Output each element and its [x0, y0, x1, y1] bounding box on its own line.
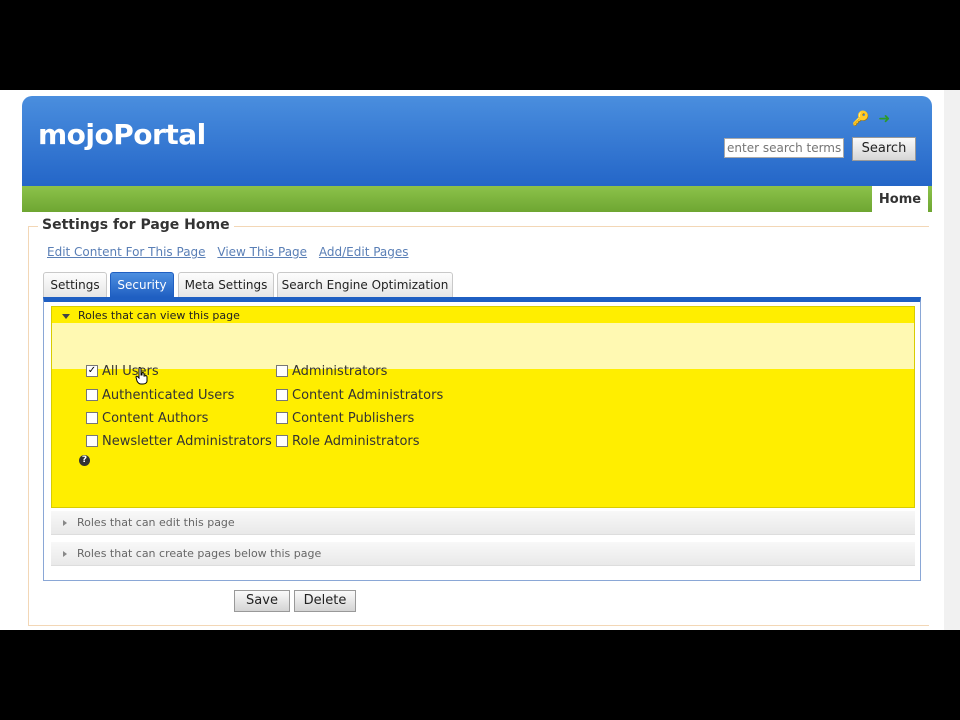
checkbox-authenticated-users[interactable] [86, 389, 98, 401]
role-label: Content Administrators [292, 388, 444, 403]
help-icon[interactable]: ? [79, 455, 90, 466]
page-frame: mojoPortal 🔑 ➜ Search Home Settings for … [22, 96, 938, 630]
site-logo[interactable]: mojoPortal [38, 118, 206, 151]
role-label: Newsletter Administrators [102, 434, 272, 449]
accordion-view-roles: Roles that can view this page ✓ All User… [51, 306, 915, 508]
page-links: Edit Content For This Page View This Pag… [47, 245, 417, 259]
chevron-right-icon[interactable] [63, 520, 67, 526]
view-page-link[interactable]: View This Page [217, 245, 307, 259]
hand-cursor-icon [135, 367, 148, 385]
checkbox-content-authors[interactable] [86, 412, 98, 424]
search-input[interactable] [724, 138, 844, 158]
accordion-create-header[interactable]: Roles that can create pages below this p… [77, 547, 321, 560]
main-nav-bar [22, 186, 932, 212]
tab-meta-settings[interactable]: Meta Settings [178, 272, 274, 298]
checkbox-content-publishers[interactable] [276, 412, 288, 424]
role-label: All Users [102, 364, 159, 379]
role-label: Role Administrators [292, 434, 420, 449]
tab-security[interactable]: Security [110, 272, 174, 298]
role-label: Authenticated Users [102, 388, 235, 403]
key-icon[interactable]: 🔑 [852, 111, 869, 127]
search-button[interactable]: Search [852, 137, 916, 161]
nav-item-home[interactable]: Home [872, 186, 928, 214]
chevron-right-icon[interactable] [63, 551, 67, 557]
checkbox-content-administrators[interactable] [276, 389, 288, 401]
role-label: Content Publishers [292, 411, 415, 426]
role-label: Administrators [292, 364, 388, 379]
exit-icon[interactable]: ➜ [879, 111, 891, 127]
tab-settings[interactable]: Settings [43, 272, 107, 298]
site-header: mojoPortal 🔑 ➜ Search [22, 96, 932, 186]
role-label: Content Authors [102, 411, 209, 426]
security-tab-panel: Roles that can view this page ✓ All User… [43, 297, 921, 581]
accordion-create-roles[interactable]: Roles that can create pages below this p… [51, 542, 915, 566]
accordion-view-header[interactable]: Roles that can view this page [78, 309, 240, 322]
page-title: Settings for Page Home [38, 217, 234, 233]
checkbox-newsletter-administrators[interactable] [86, 435, 98, 447]
checkbox-administrators[interactable] [276, 365, 288, 377]
accordion-edit-header[interactable]: Roles that can edit this page [77, 516, 235, 529]
save-button[interactable]: Save [234, 590, 290, 612]
checkbox-all-users[interactable]: ✓ [86, 365, 98, 377]
add-edit-pages-link[interactable]: Add/Edit Pages [319, 245, 409, 259]
accordion-header-band [52, 323, 914, 369]
accordion-edit-roles[interactable]: Roles that can edit this page [51, 511, 915, 535]
chevron-down-icon[interactable] [62, 314, 70, 319]
browser-scrollbar[interactable] [944, 90, 960, 630]
checkbox-role-administrators[interactable] [276, 435, 288, 447]
header-icons: 🔑 ➜ [852, 108, 894, 127]
delete-button[interactable]: Delete [294, 590, 356, 612]
tab-seo[interactable]: Search Engine Optimization [277, 272, 453, 298]
edit-content-link[interactable]: Edit Content For This Page [47, 245, 206, 259]
browser-viewport: mojoPortal 🔑 ➜ Search Home Settings for … [0, 90, 960, 630]
